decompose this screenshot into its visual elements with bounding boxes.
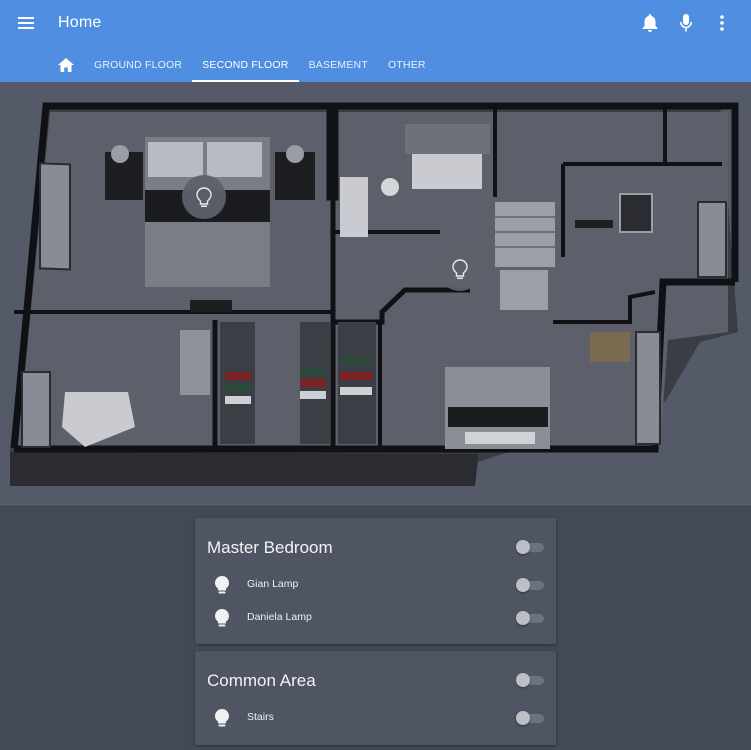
menu-icon [18,17,34,29]
card-title: Master Bedroom [207,538,333,557]
app-toolbar: Home Groun [0,0,751,82]
floorplan-image [10,102,739,486]
more-options-button[interactable] [711,12,733,34]
tab-ground-floor[interactable]: Ground Floor [84,48,192,82]
tab-basement[interactable]: Basement [299,48,378,82]
stairs-light-marker[interactable] [438,247,482,291]
toolbar-actions [639,12,733,34]
home-icon [58,58,74,72]
page-title: Home [58,14,102,31]
toggle-thumb [516,540,530,554]
lightbulb-icon [215,609,229,627]
lightbulb-icon [215,709,229,727]
tab-second-floor[interactable]: Second Floor [192,48,300,82]
toggle-thumb [516,711,530,725]
notifications-button[interactable] [639,12,661,34]
entity-name: Stairs [247,711,274,723]
entity-name: Daniela Lamp [247,611,312,623]
gian-lamp-toggle[interactable] [516,576,544,594]
entity-row-gian-lamp[interactable]: Gian Lamp [195,570,556,600]
toggle-thumb [516,673,530,687]
tab-other[interactable]: Other [378,48,436,82]
toggle-thumb [516,578,530,592]
menu-button[interactable] [12,11,40,35]
section-divider [0,506,751,507]
floorplan-view [0,82,751,506]
card-title: Common Area [207,671,316,690]
microphone-icon [680,14,692,32]
toggle-thumb [516,611,530,625]
stairs-toggle[interactable] [516,709,544,727]
bell-icon [642,14,658,32]
entity-name: Gian Lamp [247,578,299,590]
floor-tabs: Ground Floor Second Floor Basement Other [50,48,436,82]
entity-row-stairs[interactable]: Stairs [195,703,556,733]
more-vert-icon [720,15,724,31]
entity-row-daniela-lamp[interactable]: Daniela Lamp [195,603,556,633]
tab-home[interactable] [50,48,84,82]
master-bedroom-group-toggle[interactable] [516,538,544,556]
voice-command-button[interactable] [675,12,697,34]
common-area-group-toggle[interactable] [516,671,544,689]
lightbulb-icon [215,576,229,594]
common-area-card: Common Area Stairs [195,651,556,745]
master-bedroom-light-marker[interactable] [182,175,226,219]
stairs-graphic [495,202,555,310]
daniela-lamp-toggle[interactable] [516,609,544,627]
master-bedroom-card: Master Bedroom Gian Lamp Daniela Lamp [195,518,556,644]
